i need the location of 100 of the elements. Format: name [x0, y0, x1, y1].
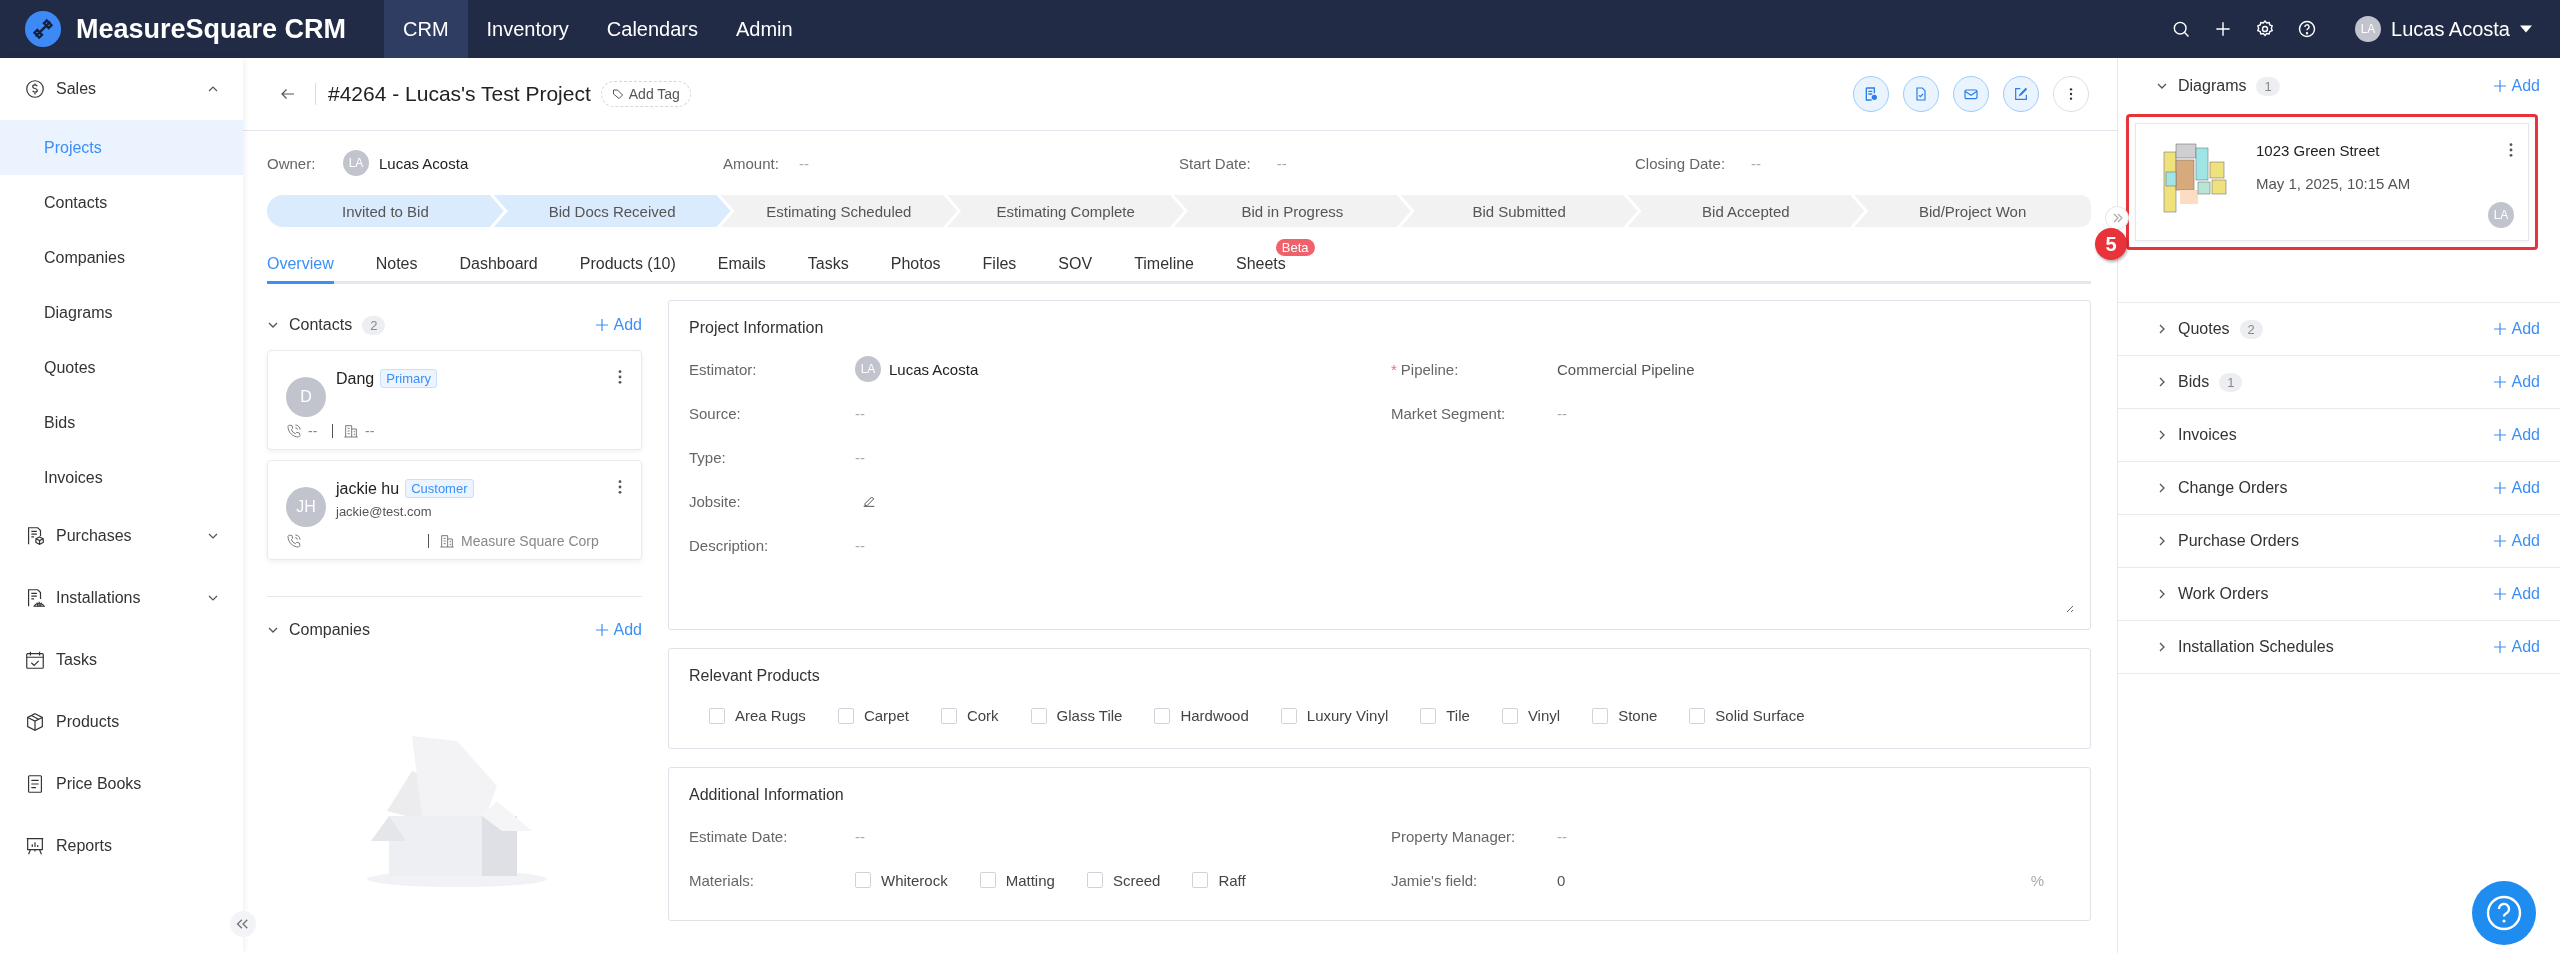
sheet-plus-icon — [1863, 86, 1879, 102]
pipeline-stage[interactable]: Bid Accepted — [1627, 195, 1865, 227]
pipeline-stage[interactable]: Bid Submitted — [1400, 195, 1638, 227]
section-title: Diagrams — [2178, 77, 2247, 95]
tag-icon — [611, 88, 624, 100]
pipeline-stage[interactable]: Estimating Complete — [947, 195, 1184, 227]
diagram-card[interactable]: 1023 Green Street May 1, 2025, 10:15 AM LA — [2135, 123, 2529, 241]
sidebar-item[interactable]: Purchases — [0, 505, 243, 567]
box-icon — [24, 711, 46, 733]
project-title: #4264 - Lucas's Test Project — [328, 82, 591, 106]
add-tag-button[interactable]: Add Tag — [600, 81, 691, 107]
checkbox[interactable] — [979, 872, 996, 888]
caret-icon — [2520, 25, 2532, 33]
nav-tab[interactable]: CRM — [384, 0, 468, 58]
help-button[interactable] — [2472, 881, 2536, 945]
contact-avatar: D — [286, 377, 326, 417]
checkbox[interactable] — [1030, 707, 1047, 724]
more-icon[interactable] — [2508, 142, 2514, 158]
contact-card[interactable]: JH jackie hu Customer jackie@test.com Measure Square Corp — [267, 460, 642, 560]
checkbox[interactable] — [1689, 707, 1706, 724]
sidebar-item[interactable]: Companies — [0, 230, 243, 285]
nav-tab[interactable]: Inventory — [467, 0, 588, 58]
checkbox[interactable] — [940, 707, 957, 724]
beta-badge: Beta — [1275, 239, 1315, 256]
sidebar-item[interactable]: Invoices — [0, 450, 243, 505]
sidebar-item[interactable]: Tasks — [0, 629, 243, 691]
document-check-button[interactable] — [1903, 76, 1939, 112]
nav-tab[interactable]: Admin — [717, 0, 812, 58]
contact-card[interactable]: D Dang Primary -- -- — [267, 350, 642, 450]
phone-icon — [286, 533, 302, 549]
settings-icon[interactable] — [2255, 19, 2276, 39]
tab[interactable]: Notes — [375, 251, 418, 284]
count-badge: 1 — [2256, 76, 2280, 96]
tab[interactable]: Photos — [890, 251, 941, 284]
tab[interactable]: Dashboard — [459, 251, 538, 284]
checkbox[interactable] — [837, 707, 854, 724]
field-label: Type: — [689, 448, 727, 466]
checkbox[interactable] — [1501, 707, 1518, 724]
pipeline-stage[interactable]: Bid in Progress — [1174, 195, 1411, 227]
checkbox[interactable] — [855, 872, 871, 888]
building-icon — [343, 423, 359, 439]
checkbox[interactable] — [709, 707, 725, 724]
brand-name: MeasureSquare CRM — [76, 13, 347, 45]
section-title: Bids — [2178, 373, 2210, 391]
sidebar-item[interactable]: Contacts — [0, 175, 243, 230]
diagram-title: 1023 Green Street — [2256, 142, 2381, 159]
tab[interactable]: SOV — [1058, 251, 1093, 284]
email-button[interactable] — [1953, 76, 1989, 112]
sidebar-item[interactable]: Bids — [0, 395, 243, 450]
plus-icon — [2493, 376, 2506, 388]
sidebar-item[interactable]: Products — [0, 691, 243, 753]
edit-button[interactable] — [2003, 76, 2039, 112]
collapse-icon[interactable] — [230, 911, 256, 937]
required-mark: * — [1391, 360, 1397, 378]
pipeline-stage[interactable]: Invited to Bid — [267, 195, 504, 227]
expand-icon[interactable] — [2105, 206, 2129, 230]
pipeline-stage[interactable]: Bid/Project Won — [1854, 195, 2091, 227]
plus-icon — [2493, 588, 2506, 600]
document-check-icon — [1913, 86, 1929, 102]
add-sheet-button[interactable] — [1853, 76, 1889, 112]
field-value: -- — [855, 827, 865, 845]
nav-tab[interactable]: Calendars — [587, 0, 717, 58]
checkbox[interactable] — [1192, 872, 1209, 888]
tab[interactable]: Tasks — [807, 251, 849, 284]
section-title: Purchase Orders — [2178, 532, 2299, 550]
sidebar-item[interactable]: Installations — [0, 567, 243, 629]
field-label: Jamie's field: — [1391, 871, 1479, 889]
plus-icon — [2493, 323, 2506, 335]
search-icon[interactable] — [2171, 19, 2192, 39]
checkbox[interactable] — [1280, 707, 1297, 724]
resize-handle-icon[interactable] — [2064, 603, 2074, 613]
help-icon[interactable] — [2297, 19, 2318, 39]
field-label: Jobsite: — [689, 492, 742, 510]
tab[interactable]: Timeline — [1134, 251, 1194, 284]
checkbox[interactable] — [1592, 707, 1609, 724]
tab[interactable]: Products (10) — [579, 251, 676, 284]
field-value: -- — [1751, 154, 1762, 172]
contact-email: jackie@test.com — [336, 504, 433, 519]
field-label: Owner: — [267, 154, 317, 172]
phone-icon — [286, 423, 302, 439]
sidebar-item[interactable]: Price Books — [0, 753, 243, 815]
pipeline-stage[interactable]: Estimating Scheduled — [720, 195, 958, 227]
field-value: -- — [855, 404, 865, 422]
sidebar-item[interactable]: Reports — [0, 815, 243, 877]
more-icon[interactable] — [617, 369, 623, 385]
user-menu[interactable]: LA Lucas Acosta — [2355, 16, 2532, 42]
field-value: Lucas Acosta — [379, 154, 469, 172]
section-title: Installation Schedules — [2178, 638, 2334, 656]
sidebar-item[interactable]: Diagrams — [0, 285, 243, 340]
pipeline-stage[interactable]: Bid Docs Received — [493, 195, 731, 227]
checkbox[interactable] — [1086, 872, 1103, 888]
tab[interactable]: Files — [982, 251, 1017, 284]
field-label: Property Manager: — [1391, 827, 1517, 845]
checkbox[interactable] — [1420, 707, 1437, 724]
plus-icon — [2493, 535, 2506, 547]
sidebar-item[interactable]: Sales — [0, 58, 243, 120]
tab[interactable]: Emails — [717, 251, 766, 284]
sidebar-item[interactable]: Quotes — [0, 340, 243, 395]
checkbox[interactable] — [1154, 707, 1171, 724]
more-icon[interactable] — [617, 479, 623, 495]
